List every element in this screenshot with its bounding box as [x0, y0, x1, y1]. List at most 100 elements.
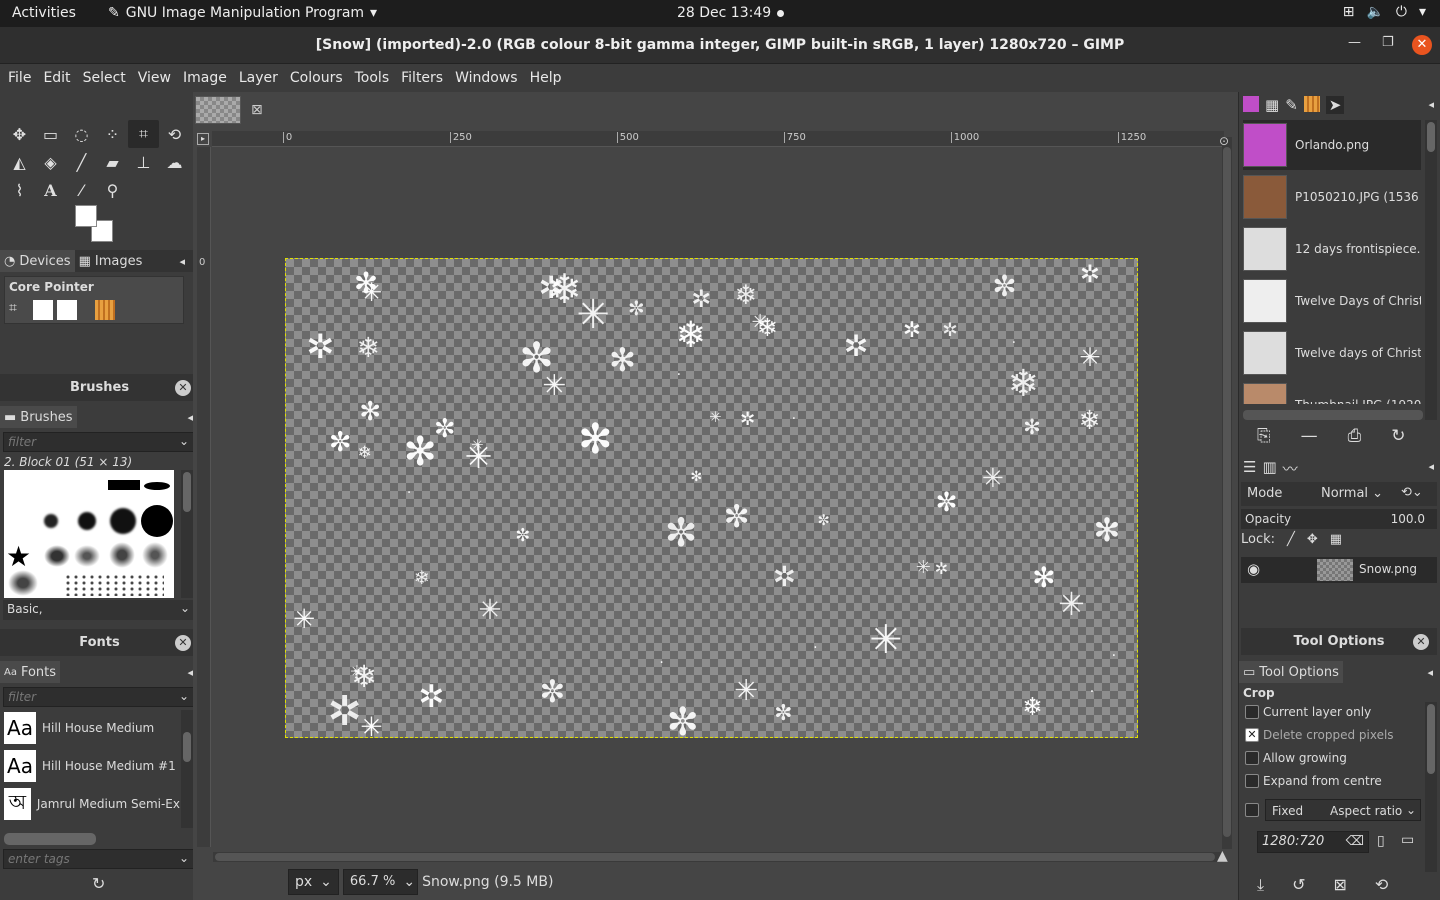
tab-brushes[interactable]: ▬ Brushes [0, 406, 77, 428]
refresh-fonts-icon[interactable]: ↻ [92, 874, 105, 893]
menu-filters[interactable]: Filters [395, 64, 449, 92]
brush-hard-large[interactable] [141, 505, 173, 537]
eraser-tool-icon[interactable]: ▰ [97, 148, 128, 176]
minimize-button[interactable]: — [1348, 35, 1361, 50]
lock-alpha-icon[interactable]: ▦ [1330, 532, 1342, 547]
transform-tool-icon[interactable]: ⟲ [159, 120, 190, 148]
close-window-button[interactable]: ✕ [1412, 35, 1432, 55]
maximize-button[interactable]: ❐ [1382, 35, 1394, 50]
brush-scrollbar[interactable] [181, 470, 193, 598]
reset-options-icon[interactable]: ⟲ [1375, 875, 1388, 895]
menu-file[interactable]: File [2, 64, 37, 92]
image-list-item[interactable]: Twelve days of Christm [1243, 328, 1421, 378]
tab-menu-icon[interactable]: ◂ [1427, 666, 1433, 679]
image-list-item[interactable]: P1050210.JPG (1536 × [1243, 172, 1421, 222]
vertical-ruler[interactable]: 0 [197, 147, 211, 847]
brush-splatter[interactable] [44, 545, 70, 567]
portrait-icon[interactable]: ▯ [1377, 833, 1385, 849]
core-pointer-panel[interactable]: Core Pointer ⌗ [4, 276, 184, 324]
brush-grid[interactable]: ★ [4, 470, 174, 598]
navigate-icon[interactable]: ▲ [1217, 848, 1228, 864]
warp-tool-icon[interactable]: ◭ [4, 148, 35, 176]
tool-options-scrollbar[interactable] [1425, 702, 1437, 872]
clock[interactable]: 28 Dec 13:49 [677, 5, 771, 21]
delete-options-icon[interactable]: ⊠ [1333, 875, 1346, 895]
image-list-item[interactable]: 12 days frontispiece.pn [1243, 224, 1421, 274]
system-tray[interactable]: ⊞ 🔈 ⏻ ▾ [1343, 4, 1426, 20]
close-fonts-button[interactable]: ✕ [175, 635, 191, 651]
menu-layer[interactable]: Layer [233, 64, 284, 92]
unit-select[interactable]: px ⌄ [288, 869, 339, 895]
tab-menu-icon[interactable]: ◂ [1428, 98, 1434, 111]
quick-mask-toggle-icon[interactable]: ▸ [197, 133, 209, 145]
font-scrollbar[interactable] [181, 710, 193, 828]
fuzzy-select-tool-icon[interactable]: ⁘ [97, 120, 128, 148]
lock-pixels-icon[interactable]: ╱ [1287, 532, 1295, 547]
image-list-hscroll[interactable] [1243, 410, 1423, 420]
eye-icon[interactable]: ◉ [1247, 560, 1260, 578]
image-list[interactable]: Orlando.png P1050210.JPG (1536 × 12 days f… [1239, 118, 1425, 404]
fixed-mode-select[interactable]: Fixed Aspect ratio ⌄ [1265, 799, 1421, 821]
activities-button[interactable]: Activities [12, 5, 76, 21]
image-canvas[interactable]: ✳ ❄ ✲ ✲ ✲ ✳ ✼ ✲ ✳ · ✳ ✳ ❄ ✳ ✲ · ✼ ✳ ✲ ✳ ❄ ✲ ❄ ✻ · ✲ ✲ ❄ ✳ ✳ ✳ ✲ ✳ ✻ ✼ ✳ · ✻ ✼ ✼… [285, 258, 1138, 738]
lasso-tool-icon[interactable]: ◌ [66, 120, 97, 148]
menu-view[interactable]: View [132, 64, 177, 92]
save-options-icon[interactable]: ⤓ [1257, 875, 1264, 895]
open-image-icon[interactable]: ⎘ [1257, 426, 1271, 446]
menu-edit[interactable]: Edit [37, 64, 76, 92]
clone-tool-icon[interactable]: ⊥ [128, 148, 159, 176]
zoom-fit-icon[interactable]: ⊙ [1219, 134, 1229, 148]
brush-soft-large[interactable] [110, 508, 136, 534]
lock-position-icon[interactable]: ✥ [1307, 532, 1318, 547]
option-checkbox[interactable]: ✕ [1245, 728, 1259, 742]
brush-splatter[interactable] [109, 542, 135, 568]
foreground-color-swatch[interactable] [75, 205, 97, 227]
rect-select-tool-icon[interactable]: ▭ [35, 120, 66, 148]
brush-soft-small[interactable] [44, 514, 58, 528]
image-list-item[interactable]: Thumbnail JPG (1920 × [1243, 380, 1421, 404]
tab-menu-icon[interactable]: ◂ [1428, 460, 1434, 473]
landscape-icon[interactable]: ▭ [1401, 832, 1414, 848]
fixed-checkbox[interactable] [1245, 803, 1259, 817]
channels-tab-icon[interactable]: ▥ [1262, 458, 1276, 479]
close-image-icon[interactable]: — [1301, 426, 1318, 446]
close-brushes-button[interactable]: ✕ [175, 380, 191, 396]
color-picker-tool-icon[interactable]: ⁄ [66, 176, 97, 204]
zoom-tool-icon[interactable]: ⚲ [97, 176, 128, 204]
layers-tab-icon[interactable]: ☰ [1243, 458, 1256, 479]
images-tab-icon[interactable] [1243, 96, 1259, 112]
canvas-horizontal-scrollbar[interactable] [213, 852, 1223, 862]
brush-ellipse[interactable] [144, 482, 170, 490]
font-hscrollbar[interactable] [4, 833, 96, 845]
font-item[interactable]: অ Jamrul Medium Semi-Ex [4, 786, 180, 822]
image-list-scrollbar[interactable] [1425, 120, 1437, 420]
brush-star[interactable]: ★ [6, 540, 31, 573]
tab-devices[interactable]: ◔ Devices [0, 250, 75, 272]
horizontal-ruler[interactable]: 0 250 500 750 1000 1250 [212, 131, 1224, 147]
brush-preset-select[interactable]: Basic, ⌄ [3, 600, 194, 620]
duplicate-image-icon[interactable]: ⎙ [1348, 426, 1362, 446]
menu-select[interactable]: Select [77, 64, 132, 92]
tab-tool-options[interactable]: ▭ Tool Options [1239, 661, 1343, 683]
tab-menu-icon[interactable]: ◂ [179, 255, 185, 268]
crop-tool-icon[interactable]: ⌗ [128, 120, 159, 148]
close-tool-options-button[interactable]: ✕ [1413, 634, 1429, 650]
close-image-tab-icon[interactable]: ⊠ [251, 102, 263, 118]
image-list-item[interactable]: Orlando.png [1243, 120, 1421, 170]
layer-row[interactable]: ◉ Snow.png [1241, 557, 1437, 583]
font-tags-input[interactable]: enter tags ⌄ [3, 849, 194, 869]
paths-tool-icon[interactable]: ⌇ [4, 176, 35, 204]
canvas-vertical-scrollbar[interactable] [1222, 137, 1232, 849]
menu-tools[interactable]: Tools [349, 64, 396, 92]
menu-windows[interactable]: Windows [449, 64, 524, 92]
smudge-tool-icon[interactable]: ☁ [159, 148, 190, 176]
menu-colours[interactable]: Colours [284, 64, 349, 92]
font-item[interactable]: Aa Hill House Medium [4, 710, 180, 746]
font-item[interactable]: Aa Hill House Medium #1 [4, 748, 180, 784]
option-checkbox[interactable] [1245, 751, 1259, 765]
brush-dots[interactable] [64, 574, 164, 596]
paintbrush-tool-icon[interactable]: ╱ [66, 148, 97, 176]
refresh-images-icon[interactable]: ↻ [1391, 426, 1405, 446]
paths-tab-icon[interactable]: 〰 [1283, 458, 1298, 479]
layer-mode-select[interactable]: Normal ⌄ [1321, 486, 1383, 501]
